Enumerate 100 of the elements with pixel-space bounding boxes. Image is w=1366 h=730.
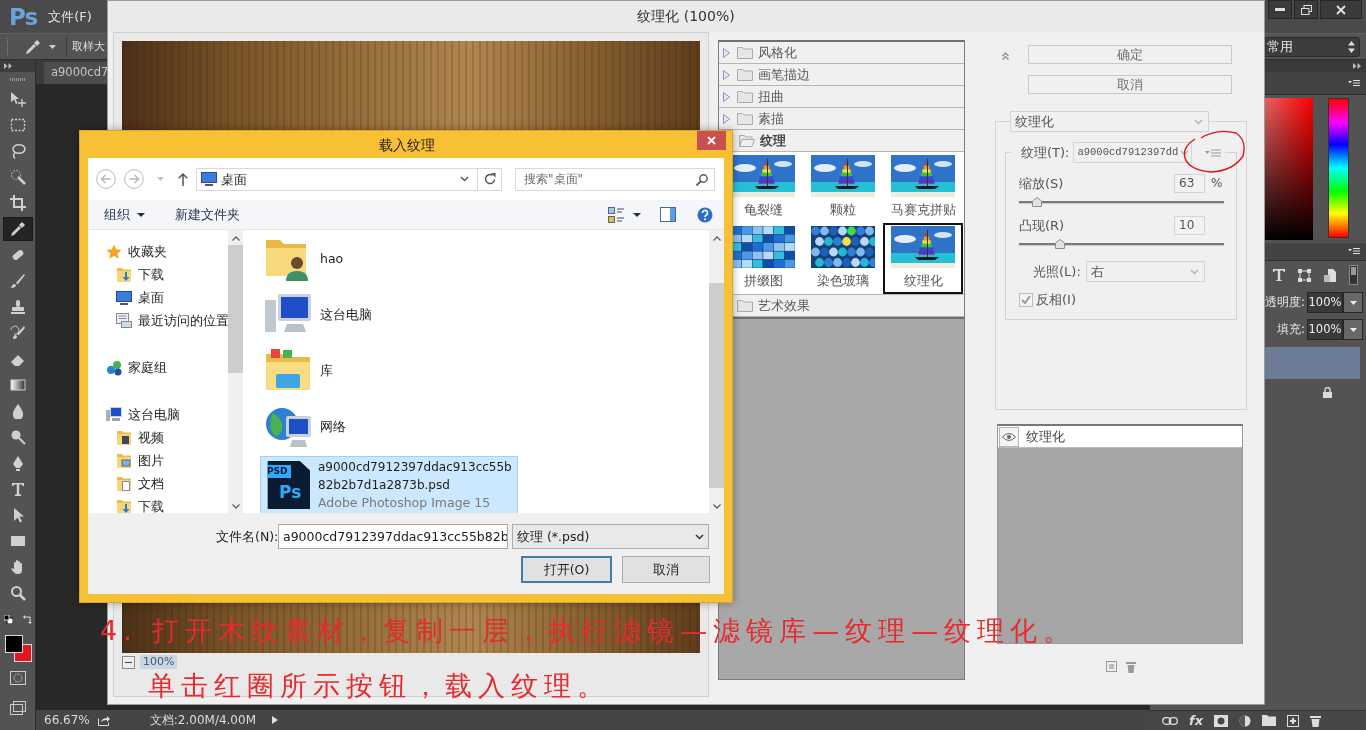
file-item[interactable]: 库 — [260, 342, 518, 398]
tile-thumbnail[interactable] — [731, 226, 795, 268]
minimize-button[interactable] — [1268, 0, 1292, 19]
invert-checkbox[interactable] — [1019, 292, 1033, 307]
filter-dropdown[interactable]: 纹理化 — [1010, 111, 1209, 132]
workspace-dropdown[interactable]: 常用 — [1262, 36, 1360, 57]
file-item[interactable]: hao — [260, 230, 518, 286]
nav-item[interactable]: 最近访问的位置 — [138, 313, 228, 328]
panel-menu-icon[interactable] — [1348, 79, 1360, 87]
swap-colors-icon[interactable] — [22, 615, 32, 624]
filter-tile[interactable]: 纹理化 — [883, 223, 963, 294]
effect-layer-name[interactable]: 纹理化 — [1026, 429, 1065, 444]
nav-item[interactable]: 收藏夹 — [128, 244, 167, 259]
category-label[interactable]: 风格化 — [758, 45, 797, 60]
dialog-button[interactable]: 打开(O) — [521, 556, 612, 583]
nav-item[interactable]: 这台电脑 — [128, 407, 180, 422]
relief-field[interactable]: 10 — [1174, 216, 1205, 235]
dialog-button[interactable]: 确定 — [1028, 45, 1232, 64]
tool-button[interactable] — [2, 217, 33, 241]
filter-toggle-icon[interactable] — [1349, 265, 1358, 285]
search-field[interactable]: 搜索"桌面" — [515, 167, 715, 191]
restore-button[interactable] — [1294, 0, 1318, 19]
address-bar[interactable]: 桌面 — [196, 167, 502, 191]
nav-item[interactable]: 桌面 — [138, 290, 164, 305]
slider-thumb[interactable] — [1055, 239, 1065, 249]
texture-dropdown[interactable]: a9000cd7912397dd — [1073, 142, 1193, 163]
new-layer-icon[interactable] — [1287, 714, 1300, 727]
scaling-field[interactable]: 63 — [1174, 174, 1205, 193]
type-filter-icon[interactable] — [1273, 269, 1285, 281]
chevron-down-icon[interactable] — [460, 176, 469, 182]
filter-tile[interactable]: 颗粒 — [803, 152, 883, 223]
help-icon[interactable] — [697, 206, 713, 223]
expand-icon[interactable] — [1353, 63, 1361, 69]
dropdown-button[interactable] — [1343, 292, 1363, 313]
sailboat-thumbnail[interactable] — [811, 155, 875, 197]
panel-menu-icon[interactable] — [1348, 248, 1360, 255]
zoom-out-button[interactable] — [122, 655, 135, 669]
eyedropper-icon[interactable] — [25, 38, 41, 55]
dialog-button[interactable]: 取消 — [1028, 75, 1232, 94]
category-label[interactable]: 画笔描边 — [758, 67, 810, 82]
close-button[interactable] — [1320, 0, 1362, 19]
effects-button[interactable]: fx — [1189, 712, 1204, 729]
disclosure-triangle-icon[interactable] — [723, 47, 730, 58]
nav-item[interactable]: 图片 — [138, 453, 164, 468]
opacity-field[interactable]: 100% — [1307, 292, 1343, 313]
file-item[interactable]: 这台电脑 — [260, 286, 518, 342]
category-label[interactable]: 素描 — [758, 111, 784, 126]
category-label[interactable]: 扭曲 — [758, 89, 784, 104]
scrollbar-thumb[interactable] — [228, 245, 243, 373]
default-colors-icon[interactable] — [3, 615, 13, 624]
filter-tile[interactable]: 龟裂缝 — [723, 152, 803, 223]
slider-thumb[interactable] — [1032, 197, 1043, 207]
toolbar-button[interactable]: 新建文件夹 — [175, 207, 240, 222]
close-button[interactable] — [697, 131, 726, 150]
caret-icon[interactable] — [633, 212, 641, 217]
up-arrow-icon[interactable] — [178, 172, 188, 186]
menu-item[interactable]: 文件(F) — [48, 8, 92, 25]
fill-field[interactable]: 100% — [1307, 319, 1343, 340]
filter-tile[interactable]: 染色玻璃 — [803, 223, 883, 294]
sailboat-thumbnail[interactable] — [891, 226, 955, 268]
file-item[interactable]: 网络 — [260, 398, 518, 454]
nav-item[interactable]: 下载 — [138, 499, 164, 513]
toolbar-button[interactable]: 组织 — [104, 207, 145, 222]
trash-icon[interactable] — [1310, 714, 1322, 727]
zoom-level[interactable]: 100% — [140, 655, 178, 669]
screen-mode-icon[interactable] — [9, 701, 26, 715]
address-text[interactable]: 桌面 — [221, 171, 247, 187]
sailboat-thumbnail[interactable] — [731, 155, 795, 197]
nav-item[interactable]: 文档 — [138, 476, 164, 491]
collapse-icon[interactable] — [1002, 52, 1009, 60]
mask-icon[interactable] — [1214, 714, 1229, 727]
nav-item[interactable]: 下载 — [138, 267, 164, 282]
view-options-icon[interactable] — [608, 206, 624, 223]
dropdown-button[interactable] — [1343, 319, 1363, 340]
sailboat-thumbnail[interactable] — [891, 155, 955, 197]
transform-filter-icon[interactable] — [1298, 268, 1311, 282]
file-item[interactable]: PSD Ps a9000cd7912397ddac913cc55b82b2b7d1a2873b.psd Adobe Photoshop Image 15 — [260, 456, 518, 513]
scrollbar[interactable] — [228, 230, 243, 513]
color-field[interactable] — [1265, 98, 1313, 240]
document-tab[interactable]: a9000cd7 — [44, 62, 107, 84]
file-type-dropdown[interactable]: 纹理 (*.psd) — [512, 524, 709, 549]
disclosure-triangle-icon[interactable] — [723, 91, 730, 102]
share-icon[interactable] — [97, 714, 110, 726]
scrollbar-thumb[interactable] — [709, 283, 724, 488]
folder-icon[interactable] — [1262, 715, 1277, 726]
preview-pane-icon[interactable] — [660, 207, 676, 222]
category-label[interactable]: 艺术效果 — [758, 298, 810, 313]
light-dropdown[interactable]: 右 — [1086, 261, 1205, 282]
stained-glass-thumbnail[interactable] — [811, 226, 875, 268]
scrollbar[interactable] — [709, 230, 724, 513]
filter-tile[interactable]: 马赛克拼贴 — [883, 152, 963, 223]
category-label[interactable]: 纹理 — [760, 133, 786, 148]
smart-object-filter-icon[interactable] — [1324, 268, 1336, 282]
quick-mask-icon[interactable] — [9, 671, 26, 685]
disclosure-triangle-icon[interactable] — [723, 69, 730, 80]
link-icon[interactable] — [1162, 716, 1178, 725]
nav-item[interactable]: 视频 — [138, 430, 164, 445]
nav-item[interactable]: 家庭组 — [128, 360, 167, 375]
hue-strip[interactable] — [1328, 98, 1349, 238]
adjustment-icon[interactable] — [1239, 714, 1252, 727]
